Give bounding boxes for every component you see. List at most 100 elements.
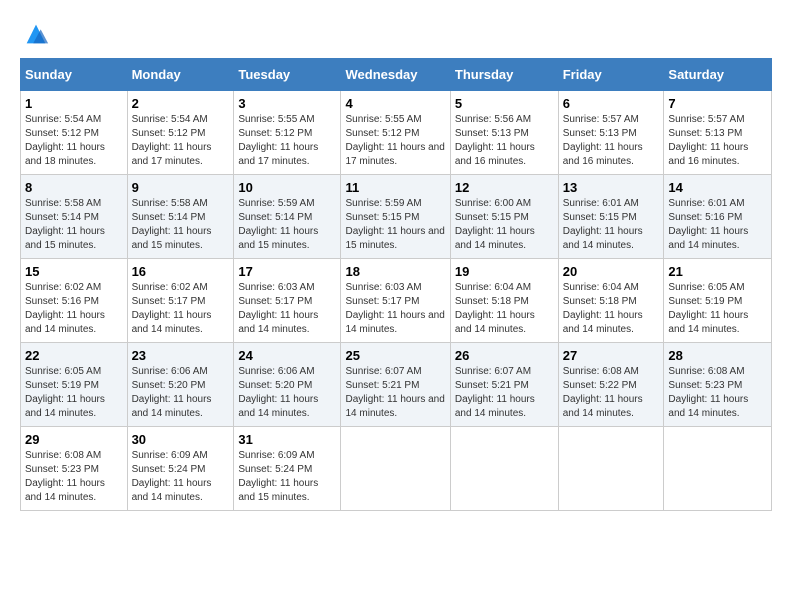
calendar-cell: 5 Sunrise: 5:56 AM Sunset: 5:13 PM Dayli… [450, 91, 558, 175]
calendar-cell: 18 Sunrise: 6:03 AM Sunset: 5:17 PM Dayl… [341, 259, 450, 343]
day-detail: Sunrise: 6:03 AM Sunset: 5:17 PM Dayligh… [238, 281, 336, 337]
calendar-cell: 23 Sunrise: 6:06 AM Sunset: 5:20 PM Dayl… [127, 343, 234, 427]
calendar-cell: 12 Sunrise: 6:00 AM Sunset: 5:15 PM Dayl… [450, 175, 558, 259]
calendar-table: SundayMondayTuesdayWednesdayThursdayFrid… [20, 58, 772, 511]
column-header-saturday: Saturday [664, 59, 772, 91]
calendar-cell [664, 427, 772, 511]
day-number: 8 [25, 180, 123, 195]
calendar-cell: 20 Sunrise: 6:04 AM Sunset: 5:18 PM Dayl… [558, 259, 664, 343]
day-detail: Sunrise: 6:07 AM Sunset: 5:21 PM Dayligh… [455, 365, 554, 421]
week-row-4: 22 Sunrise: 6:05 AM Sunset: 5:19 PM Dayl… [21, 343, 772, 427]
day-detail: Sunrise: 6:08 AM Sunset: 5:23 PM Dayligh… [25, 449, 123, 505]
logo-icon [22, 20, 50, 48]
calendar-cell: 24 Sunrise: 6:06 AM Sunset: 5:20 PM Dayl… [234, 343, 341, 427]
calendar-cell: 11 Sunrise: 5:59 AM Sunset: 5:15 PM Dayl… [341, 175, 450, 259]
day-number: 22 [25, 348, 123, 363]
day-detail: Sunrise: 6:06 AM Sunset: 5:20 PM Dayligh… [238, 365, 336, 421]
day-number: 30 [132, 432, 230, 447]
column-header-friday: Friday [558, 59, 664, 91]
day-number: 13 [563, 180, 660, 195]
column-header-wednesday: Wednesday [341, 59, 450, 91]
calendar-cell: 14 Sunrise: 6:01 AM Sunset: 5:16 PM Dayl… [664, 175, 772, 259]
week-row-2: 8 Sunrise: 5:58 AM Sunset: 5:14 PM Dayli… [21, 175, 772, 259]
day-number: 18 [345, 264, 445, 279]
calendar-cell: 17 Sunrise: 6:03 AM Sunset: 5:17 PM Dayl… [234, 259, 341, 343]
calendar-cell [558, 427, 664, 511]
day-detail: Sunrise: 6:08 AM Sunset: 5:22 PM Dayligh… [563, 365, 660, 421]
calendar-cell: 22 Sunrise: 6:05 AM Sunset: 5:19 PM Dayl… [21, 343, 128, 427]
day-detail: Sunrise: 6:04 AM Sunset: 5:18 PM Dayligh… [563, 281, 660, 337]
day-detail: Sunrise: 5:57 AM Sunset: 5:13 PM Dayligh… [563, 113, 660, 169]
day-number: 20 [563, 264, 660, 279]
calendar-cell: 31 Sunrise: 6:09 AM Sunset: 5:24 PM Dayl… [234, 427, 341, 511]
day-number: 12 [455, 180, 554, 195]
column-header-tuesday: Tuesday [234, 59, 341, 91]
calendar-cell: 2 Sunrise: 5:54 AM Sunset: 5:12 PM Dayli… [127, 91, 234, 175]
day-number: 16 [132, 264, 230, 279]
day-detail: Sunrise: 5:59 AM Sunset: 5:14 PM Dayligh… [238, 197, 336, 253]
calendar-cell: 13 Sunrise: 6:01 AM Sunset: 5:15 PM Dayl… [558, 175, 664, 259]
day-detail: Sunrise: 6:09 AM Sunset: 5:24 PM Dayligh… [132, 449, 230, 505]
day-number: 24 [238, 348, 336, 363]
page-header [20, 20, 772, 48]
calendar-cell: 7 Sunrise: 5:57 AM Sunset: 5:13 PM Dayli… [664, 91, 772, 175]
calendar-cell: 1 Sunrise: 5:54 AM Sunset: 5:12 PM Dayli… [21, 91, 128, 175]
day-detail: Sunrise: 6:05 AM Sunset: 5:19 PM Dayligh… [25, 365, 123, 421]
column-header-thursday: Thursday [450, 59, 558, 91]
calendar-cell: 30 Sunrise: 6:09 AM Sunset: 5:24 PM Dayl… [127, 427, 234, 511]
day-number: 5 [455, 96, 554, 111]
day-detail: Sunrise: 6:06 AM Sunset: 5:20 PM Dayligh… [132, 365, 230, 421]
day-number: 9 [132, 180, 230, 195]
column-header-monday: Monday [127, 59, 234, 91]
day-detail: Sunrise: 5:54 AM Sunset: 5:12 PM Dayligh… [25, 113, 123, 169]
calendar-cell: 15 Sunrise: 6:02 AM Sunset: 5:16 PM Dayl… [21, 259, 128, 343]
day-number: 1 [25, 96, 123, 111]
calendar-cell: 10 Sunrise: 5:59 AM Sunset: 5:14 PM Dayl… [234, 175, 341, 259]
day-detail: Sunrise: 5:59 AM Sunset: 5:15 PM Dayligh… [345, 197, 445, 253]
day-number: 6 [563, 96, 660, 111]
column-header-sunday: Sunday [21, 59, 128, 91]
day-detail: Sunrise: 5:58 AM Sunset: 5:14 PM Dayligh… [25, 197, 123, 253]
day-detail: Sunrise: 6:09 AM Sunset: 5:24 PM Dayligh… [238, 449, 336, 505]
day-detail: Sunrise: 5:54 AM Sunset: 5:12 PM Dayligh… [132, 113, 230, 169]
day-detail: Sunrise: 6:03 AM Sunset: 5:17 PM Dayligh… [345, 281, 445, 337]
calendar-cell: 6 Sunrise: 5:57 AM Sunset: 5:13 PM Dayli… [558, 91, 664, 175]
calendar-cell: 21 Sunrise: 6:05 AM Sunset: 5:19 PM Dayl… [664, 259, 772, 343]
day-number: 28 [668, 348, 767, 363]
calendar-cell: 27 Sunrise: 6:08 AM Sunset: 5:22 PM Dayl… [558, 343, 664, 427]
day-number: 19 [455, 264, 554, 279]
day-number: 14 [668, 180, 767, 195]
day-number: 21 [668, 264, 767, 279]
day-number: 10 [238, 180, 336, 195]
day-detail: Sunrise: 6:01 AM Sunset: 5:16 PM Dayligh… [668, 197, 767, 253]
week-row-1: 1 Sunrise: 5:54 AM Sunset: 5:12 PM Dayli… [21, 91, 772, 175]
day-detail: Sunrise: 5:58 AM Sunset: 5:14 PM Dayligh… [132, 197, 230, 253]
day-number: 29 [25, 432, 123, 447]
day-number: 3 [238, 96, 336, 111]
calendar-cell: 29 Sunrise: 6:08 AM Sunset: 5:23 PM Dayl… [21, 427, 128, 511]
day-detail: Sunrise: 5:55 AM Sunset: 5:12 PM Dayligh… [238, 113, 336, 169]
calendar-cell: 8 Sunrise: 5:58 AM Sunset: 5:14 PM Dayli… [21, 175, 128, 259]
day-detail: Sunrise: 6:07 AM Sunset: 5:21 PM Dayligh… [345, 365, 445, 421]
calendar-cell [450, 427, 558, 511]
calendar-cell: 28 Sunrise: 6:08 AM Sunset: 5:23 PM Dayl… [664, 343, 772, 427]
day-number: 17 [238, 264, 336, 279]
calendar-cell [341, 427, 450, 511]
calendar-header-row: SundayMondayTuesdayWednesdayThursdayFrid… [21, 59, 772, 91]
day-number: 23 [132, 348, 230, 363]
week-row-5: 29 Sunrise: 6:08 AM Sunset: 5:23 PM Dayl… [21, 427, 772, 511]
calendar-cell: 16 Sunrise: 6:02 AM Sunset: 5:17 PM Dayl… [127, 259, 234, 343]
day-number: 11 [345, 180, 445, 195]
day-number: 2 [132, 96, 230, 111]
day-number: 27 [563, 348, 660, 363]
day-number: 31 [238, 432, 336, 447]
week-row-3: 15 Sunrise: 6:02 AM Sunset: 5:16 PM Dayl… [21, 259, 772, 343]
calendar-cell: 19 Sunrise: 6:04 AM Sunset: 5:18 PM Dayl… [450, 259, 558, 343]
day-number: 4 [345, 96, 445, 111]
calendar-cell: 3 Sunrise: 5:55 AM Sunset: 5:12 PM Dayli… [234, 91, 341, 175]
day-detail: Sunrise: 6:04 AM Sunset: 5:18 PM Dayligh… [455, 281, 554, 337]
day-detail: Sunrise: 6:02 AM Sunset: 5:16 PM Dayligh… [25, 281, 123, 337]
day-detail: Sunrise: 5:55 AM Sunset: 5:12 PM Dayligh… [345, 113, 445, 169]
day-detail: Sunrise: 6:05 AM Sunset: 5:19 PM Dayligh… [668, 281, 767, 337]
day-detail: Sunrise: 6:00 AM Sunset: 5:15 PM Dayligh… [455, 197, 554, 253]
